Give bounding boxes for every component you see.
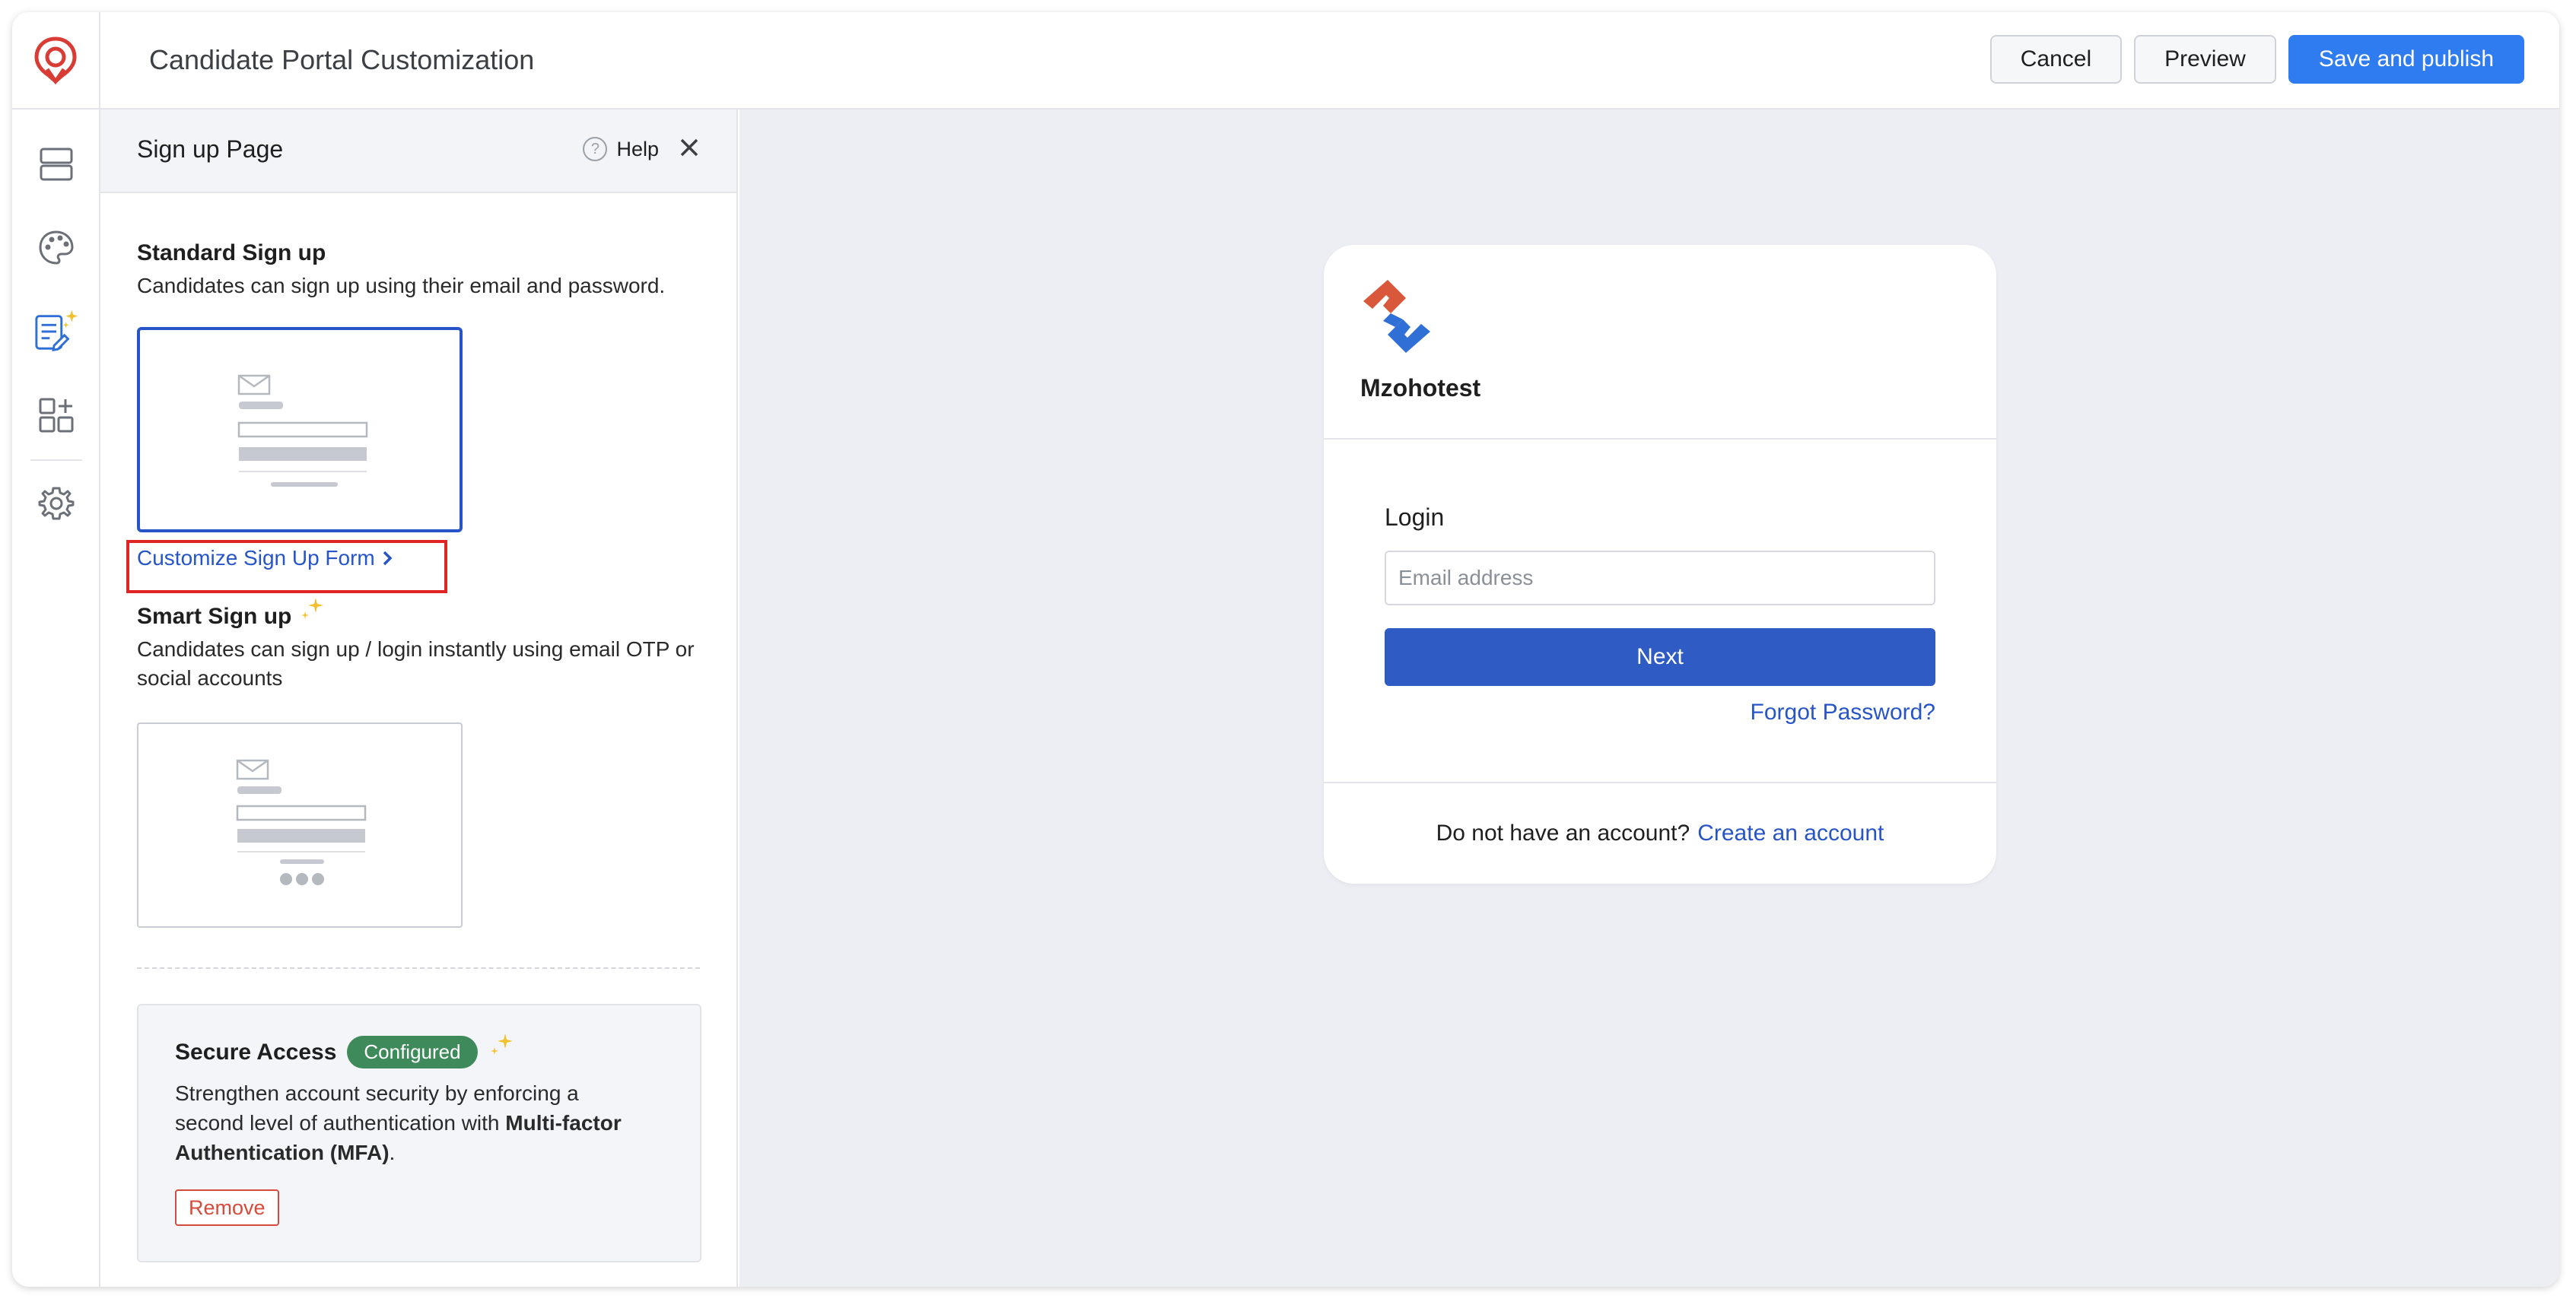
secure-access-card: Secure Access Configured Strengthen acco… — [137, 1004, 701, 1262]
cancel-button[interactable]: Cancel — [1989, 35, 2123, 84]
preview-canvas: Mzohotest Login Next Forgot Password? Do… — [739, 110, 2559, 1287]
settings-panel: Sign up Page ? Help Standard Sign up Can… — [100, 110, 738, 1287]
signup-form-preview-illustration — [237, 374, 368, 487]
icon-rail — [12, 110, 100, 1287]
forgot-password-link[interactable]: Forgot Password? — [1751, 700, 1935, 726]
brand-logo-icon — [1363, 280, 1430, 353]
section-divider — [137, 967, 700, 969]
save-and-publish-button[interactable]: Save and publish — [2288, 35, 2524, 84]
close-icon — [680, 138, 698, 157]
secure-access-title: Secure Access — [175, 1039, 337, 1065]
smart-signup-description-1: Candidates can sign up / login instantly… — [137, 637, 695, 661]
page-title: Candidate Portal Customization — [149, 44, 535, 75]
help-link[interactable]: ? Help — [583, 137, 659, 161]
rail-item-forms[interactable] — [33, 309, 79, 354]
smart-signup-title: Smart Sign up — [137, 604, 292, 629]
highlight-annotation — [126, 540, 447, 593]
form-edit-icon — [35, 310, 78, 351]
sparkle-icon — [490, 1033, 513, 1055]
add-widget-icon — [39, 398, 74, 433]
status-badge: Configured — [347, 1036, 478, 1068]
mfa-label-part-1: Multi-factor — [505, 1111, 622, 1135]
standard-signup-title: Standard Sign up — [137, 240, 326, 265]
login-heading: Login — [1385, 503, 1445, 531]
secure-access-line-1: Strengthen account security by enforcing… — [175, 1081, 579, 1105]
smart-signup-thumbnail[interactable] — [137, 722, 463, 928]
help-icon: ? — [583, 137, 608, 161]
smart-signup-description-2: social accounts — [137, 666, 283, 690]
mfa-label-part-2: Authentication (MFA) — [175, 1141, 390, 1164]
smart-signup-preview-illustration — [236, 759, 367, 885]
secure-access-description: Strengthen account security by enforcing… — [175, 1078, 622, 1167]
preview-button[interactable]: Preview — [2134, 35, 2276, 84]
sparkle-icon — [301, 598, 324, 619]
create-account-link[interactable]: Create an account — [1697, 821, 1884, 846]
close-button[interactable] — [674, 132, 704, 163]
no-account-text: Do not have an account? — [1436, 821, 1690, 846]
panel-header: Sign up Page ? Help — [100, 110, 736, 193]
standard-signup-thumbnail[interactable] — [137, 327, 463, 532]
secure-access-line-2: second level of authentication with Mult… — [175, 1111, 622, 1135]
panel-title: Sign up Page — [137, 135, 284, 163]
app-logo[interactable] — [12, 12, 100, 110]
email-field[interactable] — [1385, 551, 1935, 605]
login-card-footer: Do not have an account? Create an accoun… — [1324, 782, 1996, 884]
layout-icon — [40, 148, 73, 181]
login-card-header: Mzohotest — [1324, 245, 1996, 440]
app-window: Candidate Portal Customization Cancel Pr… — [12, 12, 2559, 1287]
login-card-preview: Mzohotest Login Next Forgot Password? Do… — [1324, 245, 1996, 884]
help-label: Help — [616, 137, 659, 160]
rail-divider — [30, 459, 82, 461]
secure-access-line-3: Authentication (MFA). — [175, 1141, 396, 1164]
palette-icon — [39, 230, 74, 265]
rail-item-layout[interactable] — [33, 141, 79, 187]
rail-item-widgets[interactable] — [33, 392, 79, 438]
smart-signup-title-row: Smart Sign up — [137, 598, 326, 630]
brand-name: Mzohotest — [1360, 374, 1481, 402]
standard-signup-description: Candidates can sign up using their email… — [137, 274, 666, 297]
rail-item-settings[interactable] — [33, 481, 79, 526]
settings-icon — [38, 487, 75, 520]
rail-item-theme[interactable] — [33, 225, 79, 271]
next-button[interactable]: Next — [1385, 628, 1935, 686]
location-pin-logo-icon — [34, 37, 77, 85]
header-actions: Cancel Preview Save and publish — [1989, 35, 2524, 84]
remove-button[interactable]: Remove — [175, 1189, 279, 1226]
top-bar: Candidate Portal Customization Cancel Pr… — [12, 12, 2559, 110]
secure-access-header: Secure Access Configured — [175, 1033, 516, 1068]
